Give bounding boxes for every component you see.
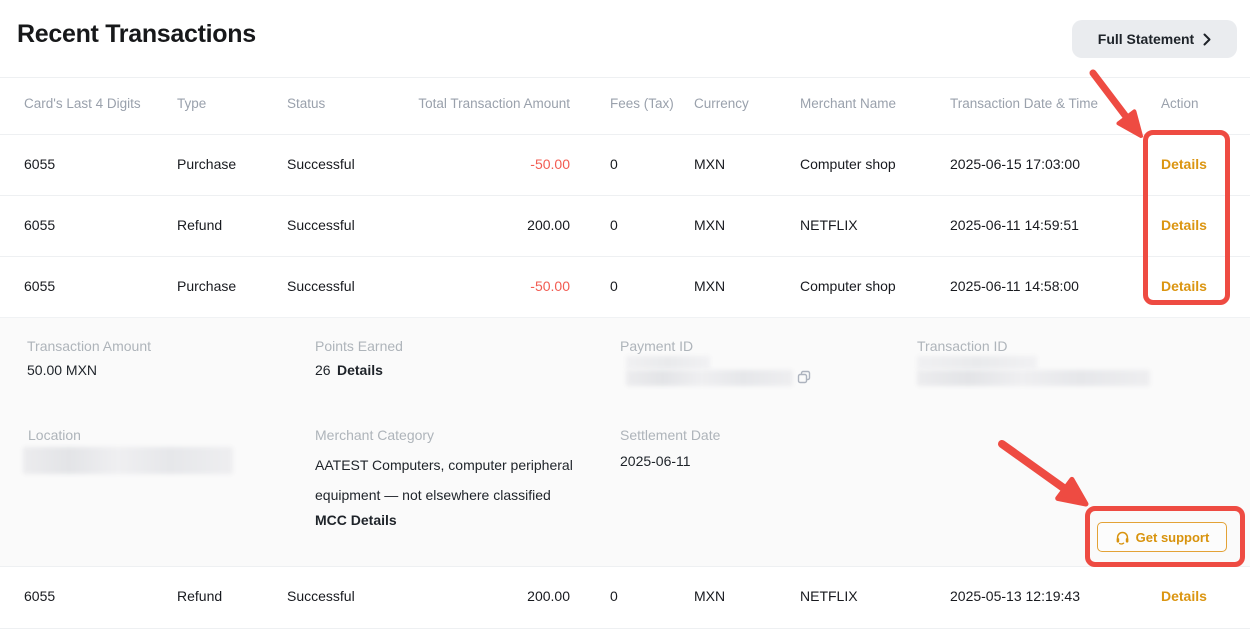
details-link[interactable]: Details (1161, 588, 1207, 604)
location-label: Location (28, 427, 81, 443)
row-divider (0, 134, 1250, 135)
row-divider (0, 195, 1250, 196)
recent-transactions-page: Recent Transactions Full Statement Card'… (0, 0, 1250, 640)
cell-currency: MXN (694, 217, 725, 233)
cell-type: Refund (177, 217, 222, 233)
cell-card-last4: 6055 (24, 156, 55, 172)
cell-fees: 0 (610, 217, 618, 233)
col-header-currency: Currency (694, 96, 749, 111)
col-header-fees: Fees (Tax) (610, 96, 674, 111)
details-link[interactable]: Details (1161, 278, 1207, 294)
cell-fees: 0 (610, 156, 618, 172)
cell-card-last4: 6055 (24, 278, 55, 294)
headset-icon (1115, 530, 1130, 545)
cell-status: Successful (287, 278, 355, 294)
annotation-arrow-to-details (1093, 73, 1141, 136)
cell-currency: MXN (694, 156, 725, 172)
full-statement-button[interactable]: Full Statement (1072, 20, 1237, 58)
details-link[interactable]: Details (1161, 156, 1207, 172)
cell-status: Successful (287, 217, 355, 233)
cell-currency: MXN (694, 588, 725, 604)
cell-merchant: Computer shop (800, 156, 896, 172)
cell-currency: MXN (694, 278, 725, 294)
cell-datetime: 2025-06-11 14:58:00 (950, 278, 1079, 294)
transaction-amount-label: Transaction Amount (27, 338, 151, 354)
merchant-category-value: AATEST Computers, computer peripheral eq… (315, 450, 595, 510)
cell-amount: -50.00 (360, 156, 570, 172)
payment-id-label: Payment ID (620, 338, 693, 354)
transaction-id-redacted-value (917, 356, 1037, 369)
col-header-amount: Total Transaction Amount (360, 96, 570, 111)
cell-card-last4: 6055 (24, 217, 55, 233)
cell-datetime: 2025-06-11 14:59:51 (950, 217, 1079, 233)
cell-status: Successful (287, 156, 355, 172)
mcc-details-link[interactable]: MCC Details (315, 512, 397, 528)
table-top-border (0, 77, 1250, 78)
cell-type: Refund (177, 588, 222, 604)
transaction-id-label: Transaction ID (917, 338, 1008, 354)
merchant-category-label: Merchant Category (315, 427, 434, 443)
points-earned-value: 26 (315, 362, 331, 378)
cell-amount: 200.00 (360, 217, 570, 233)
col-header-card-last4: Card's Last 4 Digits (24, 96, 141, 111)
settlement-date-value: 2025-06-11 (620, 453, 691, 469)
payment-id-redacted-value (626, 370, 793, 386)
get-support-button[interactable]: Get support (1097, 522, 1227, 552)
cell-datetime: 2025-05-13 12:19:43 (950, 588, 1080, 604)
transaction-id-redacted-value (917, 370, 1150, 386)
full-statement-label: Full Statement (1098, 31, 1194, 47)
points-details-link[interactable]: Details (337, 362, 383, 378)
cell-merchant: NETFLIX (800, 217, 858, 233)
col-header-type: Type (177, 96, 206, 111)
col-header-action: Action (1161, 96, 1199, 111)
cell-fees: 0 (610, 278, 618, 294)
col-header-status: Status (287, 96, 325, 111)
col-header-datetime: Transaction Date & Time (950, 96, 1098, 111)
points-earned-label: Points Earned (315, 338, 403, 354)
chevron-right-icon (1203, 33, 1211, 46)
cell-type: Purchase (177, 156, 236, 172)
cell-status: Successful (287, 588, 355, 604)
cell-merchant: Computer shop (800, 278, 896, 294)
cell-datetime: 2025-06-15 17:03:00 (950, 156, 1080, 172)
col-header-merchant: Merchant Name (800, 96, 896, 111)
get-support-label: Get support (1136, 530, 1210, 545)
page-title: Recent Transactions (17, 20, 256, 49)
row-divider (0, 256, 1250, 257)
location-redacted-value (23, 447, 233, 474)
cell-type: Purchase (177, 278, 236, 294)
table-bottom-border (0, 628, 1250, 629)
transaction-amount-value: 50.00 MXN (27, 362, 97, 378)
cell-card-last4: 6055 (24, 588, 55, 604)
payment-id-redacted-value (626, 356, 710, 369)
cell-fees: 0 (610, 588, 618, 604)
cell-amount: 200.00 (360, 588, 570, 604)
settlement-date-label: Settlement Date (620, 427, 720, 443)
details-link[interactable]: Details (1161, 217, 1207, 233)
cell-amount: -50.00 (360, 278, 570, 294)
copy-icon[interactable] (797, 370, 811, 384)
cell-merchant: NETFLIX (800, 588, 858, 604)
